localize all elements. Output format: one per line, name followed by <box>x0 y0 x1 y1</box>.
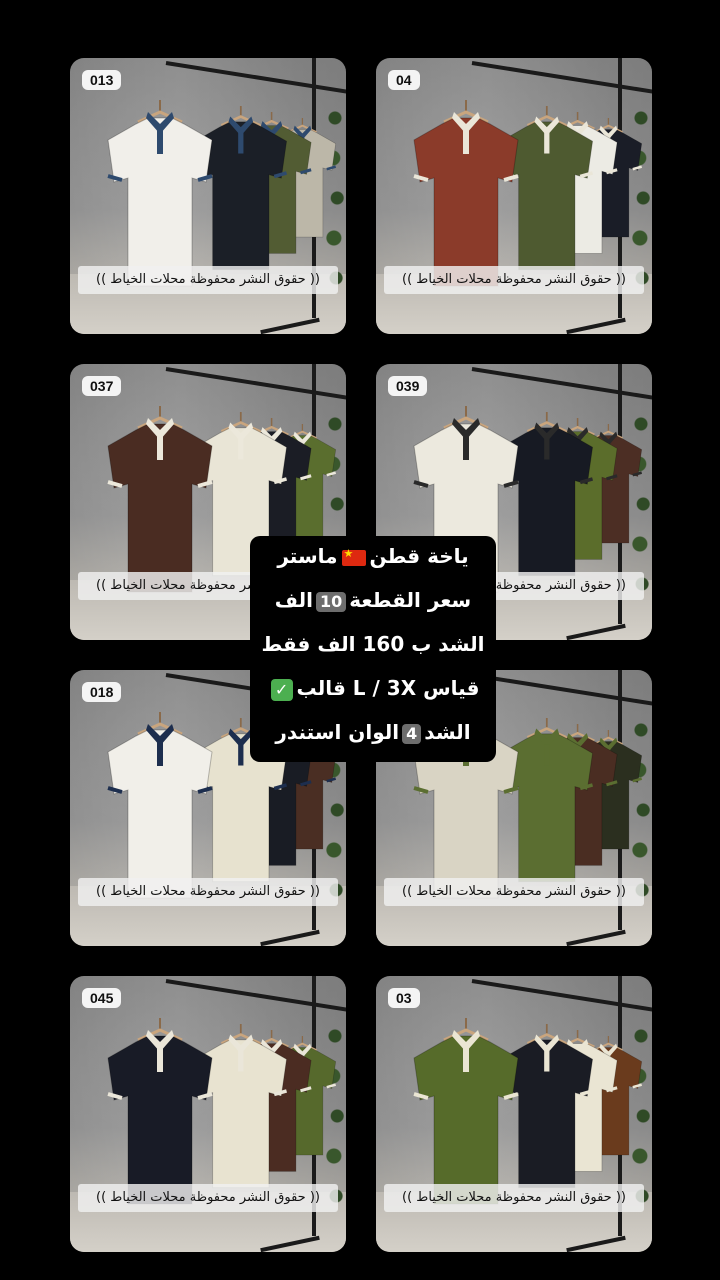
master-text: ماستر <box>277 544 338 568</box>
copyright-caption: (( حقوق النشر محفوظة محلات الخياط )) <box>384 1184 644 1212</box>
polo-shirt <box>413 100 519 287</box>
size-text: قياس L / 3X قالب <box>296 676 480 700</box>
overlay-line-size: قياس L / 3X قالب✓ <box>250 676 496 701</box>
shirts-image <box>107 100 337 287</box>
product-card[interactable]: 04 (( حقوق النشر محفوظة محلات الخياط )) <box>376 58 652 334</box>
price-number-keycap: 10 <box>315 591 347 612</box>
copyright-caption: (( حقوق النشر محفوظة محلات الخياط )) <box>384 878 644 906</box>
polo-shirt <box>107 100 213 287</box>
copyright-caption: (( حقوق النشر محفوظة محلات الخياط )) <box>384 266 644 294</box>
price-overlay: ياخة قطن ماستر سعر القطعة10الف الشد ب 160… <box>250 536 496 762</box>
bundle-label: الشد <box>424 720 471 744</box>
product-code-badge: 018 <box>82 682 122 702</box>
product-code-badge: 04 <box>388 70 420 90</box>
collar-text: ياخة قطن <box>369 544 469 568</box>
product-card[interactable]: 045 (( حقوق النشر محفوظة محلات الخياط )) <box>70 976 346 1252</box>
product-code-badge: 039 <box>388 376 428 396</box>
polo-shirt <box>107 1018 213 1205</box>
shirts-image <box>413 100 643 287</box>
polo-shirt <box>107 712 213 899</box>
product-code-badge: 03 <box>388 988 420 1008</box>
check-mark-icon: ✓ <box>270 678 293 701</box>
overlay-line-collar: ياخة قطن ماستر <box>250 544 496 568</box>
copyright-caption: (( حقوق النشر محفوظة محلات الخياط )) <box>78 266 338 294</box>
polo-shirt <box>413 1018 519 1205</box>
copyright-caption: (( حقوق النشر محفوظة محلات الخياط )) <box>78 1184 338 1212</box>
china-flag-icon <box>341 547 366 566</box>
product-code-badge: 037 <box>82 376 122 396</box>
shirts-image <box>413 1018 643 1205</box>
overlay-line-price: سعر القطعة10الف <box>250 588 496 612</box>
product-code-badge: 013 <box>82 70 122 90</box>
price-label: سعر القطعة <box>349 588 472 612</box>
copyright-caption: (( حقوق النشر محفوظة محلات الخياط )) <box>78 878 338 906</box>
product-card[interactable]: 03 (( حقوق النشر محفوظة محلات الخياط )) <box>376 976 652 1252</box>
colors-text: الوان استندر <box>275 720 400 744</box>
product-card[interactable]: 013 (( حقوق النشر محفوظة محلات الخياط )) <box>70 58 346 334</box>
overlay-line-bundle: الشد ب 160 الف فقط <box>261 632 485 656</box>
price-unit: الف <box>274 588 313 612</box>
product-code-badge: 045 <box>82 988 122 1008</box>
polo-shirt <box>107 406 213 593</box>
overlay-line-colors: الشد4الوان استندر <box>250 720 496 744</box>
shirts-image <box>107 1018 337 1205</box>
colors-number-keycap: 4 <box>402 723 422 744</box>
